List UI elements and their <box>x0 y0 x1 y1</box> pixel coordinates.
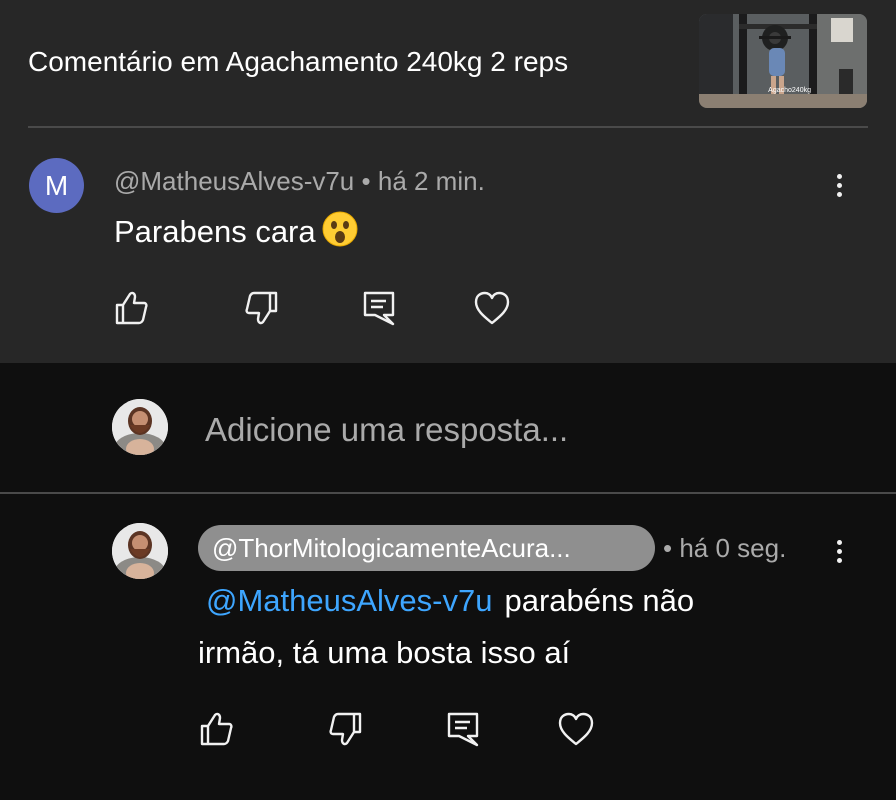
separator-dot: • <box>361 166 371 196</box>
heart-icon[interactable] <box>472 288 512 328</box>
reply-icon[interactable] <box>359 288 399 328</box>
heart-icon[interactable] <box>556 709 596 749</box>
reply-avatar[interactable] <box>112 523 168 579</box>
divider <box>0 492 896 494</box>
avatar[interactable]: M <box>29 158 84 213</box>
thumbnail-label: Agacho240kg <box>768 87 811 94</box>
mention-link[interactable]: @MatheusAlves-v7u <box>206 583 492 618</box>
comment-panel: Comentário em Agachamento 240kg 2 reps A <box>0 0 896 363</box>
like-icon[interactable] <box>111 288 151 328</box>
more-options-icon[interactable] <box>829 536 849 572</box>
dislike-icon[interactable] <box>242 288 282 328</box>
video-thumbnail[interactable]: Agacho240kg <box>699 14 867 108</box>
comment-time: há 2 min. <box>377 166 485 196</box>
video-title: Comentário em Agachamento 240kg 2 reps <box>28 46 569 77</box>
reply-body-line1: parabéns não <box>504 583 695 618</box>
reply-author-chip[interactable]: @ThorMitologicamenteAcura... <box>198 525 655 571</box>
reply-icon[interactable] <box>443 709 483 749</box>
more-options-icon[interactable] <box>829 170 849 206</box>
reply-input[interactable]: Adicione uma resposta... <box>205 411 568 449</box>
current-user-avatar <box>112 399 168 455</box>
reply-body-line2: irmão, tá uma bosta isso aí <box>198 635 571 670</box>
video-header: Comentário em Agachamento 240kg 2 reps A <box>28 0 868 128</box>
separator-dot: • <box>663 533 673 563</box>
reply-text-line1: @MatheusAlves-v7u parabéns não <box>198 583 694 619</box>
like-icon[interactable] <box>196 709 236 749</box>
comment-body: Parabens cara <box>114 214 316 249</box>
dislike-icon[interactable] <box>326 709 366 749</box>
reply-time-meta: • há 0 seg. <box>663 533 786 564</box>
surprised-face-emoji <box>322 211 358 255</box>
comment-author[interactable]: @MatheusAlves-v7u <box>114 166 354 196</box>
reply-time: há 0 seg. <box>679 533 787 563</box>
comment-text: Parabens cara <box>114 211 358 255</box>
comment-meta: @MatheusAlves-v7u • há 2 min. <box>114 166 485 197</box>
